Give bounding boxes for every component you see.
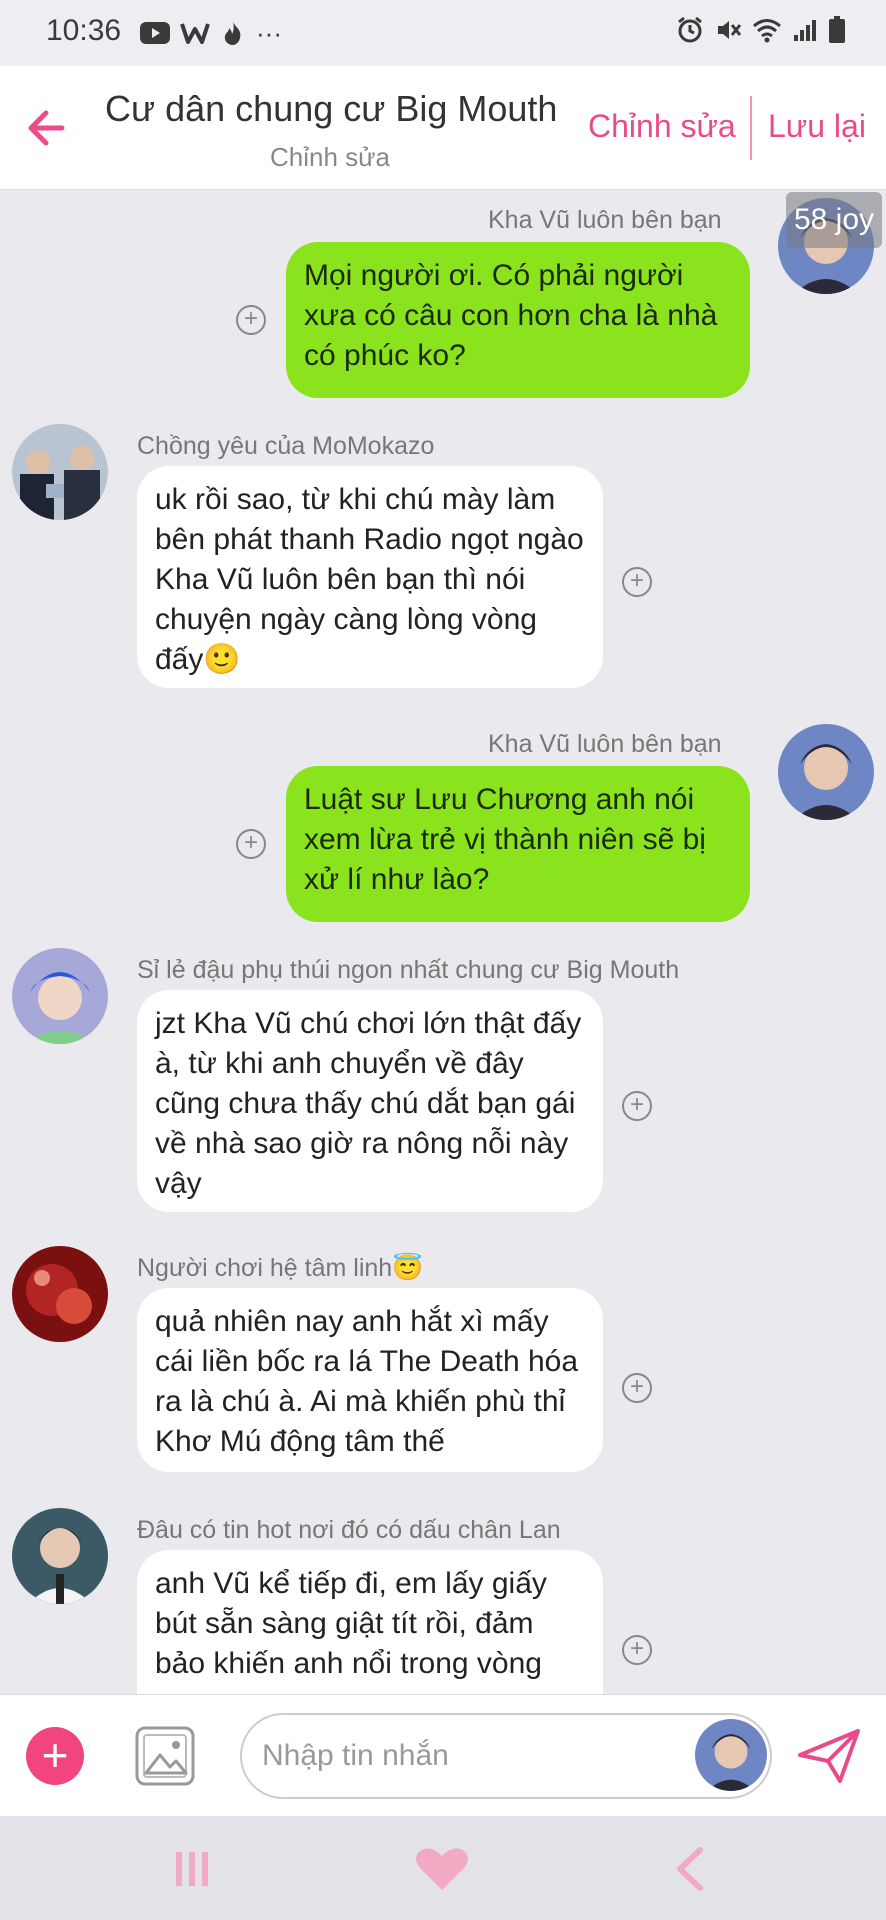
w-app-icon (180, 23, 210, 44)
send-icon[interactable] (796, 1725, 862, 1785)
message-input[interactable] (240, 1713, 772, 1799)
sender-persona-avatar[interactable] (695, 1719, 767, 1791)
status-bar: 10:36 ··· (0, 0, 886, 66)
add-reaction-icon[interactable]: + (622, 1635, 652, 1665)
message-bubble[interactable]: anh Vũ kể tiếp đi, em lấy giấy bút sẵn s… (137, 1550, 603, 1694)
home-heart-icon[interactable] (412, 1844, 472, 1894)
chat-messages[interactable]: Kha Vũ luôn bên bạn Mọi người ơi. Có phả… (0, 190, 886, 1694)
avatar-dau-co-tin-hot[interactable] (12, 1508, 108, 1604)
add-reaction-icon[interactable]: + (622, 567, 652, 597)
avatar-kha-vu[interactable] (778, 724, 874, 820)
wifi-icon (753, 19, 781, 43)
message-bubble-own[interactable]: Mọi người ơi. Có phải người xưa có câu c… (286, 242, 750, 398)
avatar-chong-yeu[interactable] (12, 424, 108, 520)
add-reaction-icon[interactable]: + (236, 305, 266, 335)
chat-header: Cư dân chung cư Big Mouth Chỉnh sửa Chỉn… (0, 66, 886, 190)
edit-button[interactable]: Chỉnh sửa (588, 108, 736, 145)
message-bubble[interactable]: quả nhiên nay anh hắt xì mấy cái liền bố… (137, 1288, 603, 1472)
status-time: 10:36 (46, 14, 122, 47)
joy-badge: 58 joy (786, 192, 882, 248)
group-subtitle: Chỉnh sửa (270, 142, 391, 172)
input-bar: + (0, 1694, 886, 1816)
message-bubble[interactable]: jzt Kha Vũ chú chơi lớn thật đấy à, từ k… (137, 990, 603, 1212)
image-picker-icon[interactable] (134, 1725, 196, 1787)
back-nav-icon[interactable] (662, 1844, 722, 1894)
youtube-icon (140, 22, 170, 44)
sender-name: Kha Vũ luôn bên bạn (488, 730, 722, 758)
sender-name: Người chơi hệ tâm linh😇 (137, 1254, 424, 1282)
avatar-si-le-dau-phu[interactable] (12, 948, 108, 1044)
message-bubble[interactable]: uk rồi sao, từ khi chú mày làm bên phát … (137, 466, 603, 688)
save-button[interactable]: Lưu lại (768, 108, 866, 145)
add-attachment-button[interactable]: + (26, 1727, 84, 1785)
signal-icon (794, 20, 816, 41)
header-divider (750, 96, 752, 160)
sender-name: Kha Vũ luôn bên bạn (488, 206, 722, 234)
more-notifications-icon: ··· (256, 18, 282, 48)
add-reaction-icon[interactable]: + (622, 1091, 652, 1121)
back-arrow-icon[interactable] (22, 98, 72, 158)
system-nav-bar (0, 1816, 886, 1920)
system-icons (676, 16, 846, 44)
add-reaction-icon[interactable]: + (622, 1373, 652, 1403)
sender-name: Sỉ lẻ đậu phụ thúi ngon nhất chung cư Bi… (137, 956, 680, 984)
message-bubble-own[interactable]: Luật sư Lưu Chương anh nói xem lừa trẻ v… (286, 766, 750, 922)
mute-icon (718, 21, 742, 39)
sender-name: Đâu có tin hot nơi đó có dấu chân Lan (137, 1516, 561, 1544)
alarm-icon (678, 16, 702, 43)
flame-app-icon (224, 22, 241, 45)
avatar-nguoi-choi-tam-linh[interactable] (12, 1246, 108, 1342)
notification-icons: ··· (140, 18, 282, 48)
battery-icon (829, 16, 845, 43)
sender-name: Chồng yêu của MoMokazo (137, 432, 435, 460)
add-reaction-icon[interactable]: + (236, 829, 266, 859)
group-title: Cư dân chung cư Big Mouth (105, 88, 558, 129)
recent-apps-icon[interactable] (162, 1844, 222, 1894)
